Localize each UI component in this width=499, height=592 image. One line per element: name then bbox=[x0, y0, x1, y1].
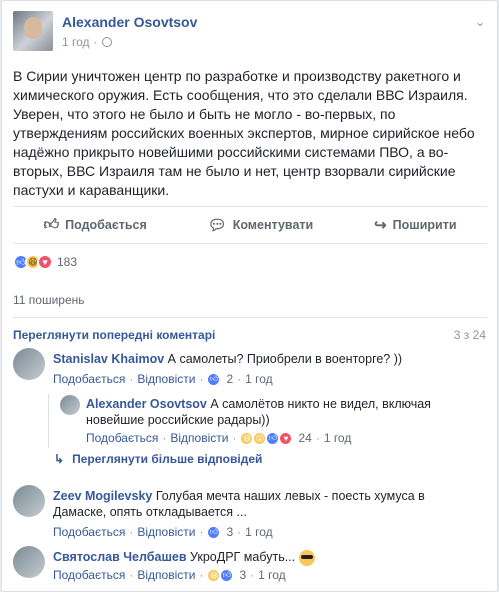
reactions-count: 183 bbox=[57, 255, 78, 269]
wow-reaction-icon: 😮︎ bbox=[253, 431, 267, 445]
more-replies-label: Переглянути більше відповідей bbox=[72, 452, 263, 466]
comment-time[interactable]: 1 год bbox=[245, 372, 273, 386]
comment-meta: Подобається · Відповісти · 👍︎ 2 · 1 год bbox=[53, 372, 273, 386]
dot-separator: · bbox=[129, 372, 134, 386]
chevron-down-icon[interactable]: ⌄ bbox=[475, 15, 485, 29]
dot-separator: · bbox=[250, 568, 255, 582]
comment-reaction-count[interactable]: 3 bbox=[226, 525, 233, 539]
post-meta: 1 год · bbox=[62, 35, 112, 49]
comment-reply-button[interactable]: Відповісти bbox=[170, 431, 228, 445]
comments-page-count: 3 з 24 bbox=[453, 328, 486, 342]
globe-icon bbox=[101, 37, 112, 47]
reply-arrow-icon: ↳ bbox=[54, 452, 65, 466]
comment-meta: Подобається · Відповісти · 😆︎ 😮︎ 👍︎ ♥ 24… bbox=[86, 431, 351, 445]
dot-separator: · bbox=[315, 431, 320, 445]
thread-line bbox=[48, 394, 49, 448]
share-label: Поширити bbox=[392, 218, 457, 232]
dot-separator: · bbox=[199, 525, 204, 539]
post-text: В Сирии уничтожен центр по разработке и … bbox=[13, 68, 475, 198]
comment-text: УкроДРГ мабуть... bbox=[190, 550, 296, 564]
dot-separator: · bbox=[93, 35, 98, 49]
comment-meta: Подобається · Відповісти · 😆︎ 👍︎ 3 · 1 г… bbox=[53, 568, 286, 582]
comment-button[interactable]: 💬︎ Коментувати bbox=[208, 216, 314, 234]
comment-icon: 💬︎ bbox=[207, 217, 227, 234]
comment-author[interactable]: Alexander Osovtsov bbox=[86, 397, 207, 411]
love-reaction-icon: ♥ bbox=[37, 254, 53, 270]
love-reaction-icon: ♥ bbox=[279, 431, 293, 445]
reply-item: Alexander Osovtsov А самолётов никто не … bbox=[48, 394, 484, 448]
dot-separator: · bbox=[129, 568, 134, 582]
view-more-replies[interactable]: ↳ Переглянути більше відповідей bbox=[54, 452, 262, 466]
dot-separator: · bbox=[199, 372, 204, 386]
comment-time[interactable]: 1 год bbox=[324, 431, 352, 445]
comment-reaction-count[interactable]: 2 bbox=[226, 372, 233, 386]
comment-item: Святослав Челбашев УкроДРГ мабуть... Под… bbox=[13, 546, 483, 588]
dot-separator: · bbox=[162, 431, 167, 445]
author-avatar[interactable] bbox=[13, 11, 53, 51]
comment-author[interactable]: Zeev Mogilevsky bbox=[53, 489, 152, 503]
share-icon: ↪ bbox=[374, 217, 387, 234]
comment-time[interactable]: 1 год bbox=[258, 568, 286, 582]
comment-reply-button[interactable]: Відповісти bbox=[137, 525, 195, 539]
like-reaction-icon: 👍︎ bbox=[207, 372, 221, 386]
dot-separator: · bbox=[237, 525, 242, 539]
post-card: Alexander Osovtsov 1 год · ⌄ В Сирии уни… bbox=[1, 0, 498, 592]
dot-separator: · bbox=[129, 525, 134, 539]
reactions-summary[interactable]: 👍︎ 😆︎ ♥ 183 bbox=[13, 254, 77, 270]
divider bbox=[13, 317, 487, 318]
like-reaction-icon: 👍︎ bbox=[220, 568, 234, 582]
comment-meta: Подобається · Відповісти · 👍︎ 3 · 1 год bbox=[53, 525, 273, 539]
like-button[interactable]: 👍︎ Подобається bbox=[43, 216, 146, 234]
view-previous-comments[interactable]: Переглянути попередні коментарі bbox=[13, 328, 215, 342]
comment-text: А самолеты? Приобрели в военторге? )) bbox=[167, 352, 403, 366]
dot-separator: · bbox=[199, 568, 204, 582]
like-reaction-icon: 👍︎ bbox=[207, 525, 221, 539]
action-bar: 👍︎ Подобається 💬︎ Коментувати ↪ Поширити bbox=[13, 206, 487, 244]
comment-like-button[interactable]: Подобається bbox=[86, 431, 158, 445]
haha-reaction-icon: 😆︎ bbox=[207, 568, 221, 582]
thumbs-up-icon: 👍︎ bbox=[43, 216, 60, 233]
comment-item: Zeev Mogilevsky Голубая мечта наших левы… bbox=[13, 485, 483, 541]
comment-reaction-count[interactable]: 24 bbox=[298, 431, 311, 445]
comment-reaction-count[interactable]: 3 bbox=[239, 568, 246, 582]
comment-time[interactable]: 1 год bbox=[245, 525, 273, 539]
comment-like-button[interactable]: Подобається bbox=[53, 568, 125, 582]
comment-item: Stanislav Khaimov А самолеты? Приобрели … bbox=[13, 348, 483, 394]
comment-body: Alexander Osovtsov А самолётов никто не … bbox=[86, 396, 474, 428]
comment-body: Zeev Mogilevsky Голубая мечта наших левы… bbox=[53, 488, 473, 520]
comment-reply-button[interactable]: Відповісти bbox=[137, 568, 195, 582]
comment-label: Коментувати bbox=[232, 218, 314, 232]
comment-reply-button[interactable]: Відповісти bbox=[137, 372, 195, 386]
post-time[interactable]: 1 год bbox=[62, 35, 90, 49]
dot-separator: · bbox=[232, 431, 237, 445]
comment-body: Stanislav Khaimov А самолеты? Приобрели … bbox=[53, 351, 483, 367]
shares-count[interactable]: 11 поширень bbox=[13, 293, 85, 307]
haha-reaction-icon: 😆︎ bbox=[240, 431, 254, 445]
like-reaction-icon: 👍︎ bbox=[266, 431, 280, 445]
comment-like-button[interactable]: Подобається bbox=[53, 525, 125, 539]
comment-author[interactable]: Stanislav Khaimov bbox=[53, 352, 164, 366]
comment-body: Святослав Челбашев УкроДРГ мабуть... bbox=[53, 549, 483, 566]
avatar[interactable] bbox=[13, 485, 45, 517]
avatar[interactable] bbox=[13, 348, 45, 380]
sunglasses-emoji-icon bbox=[298, 549, 315, 566]
comment-author[interactable]: Святослав Челбашев bbox=[53, 550, 187, 564]
avatar[interactable] bbox=[13, 546, 45, 578]
author-name[interactable]: Alexander Osovtsov bbox=[62, 14, 197, 30]
dot-separator: · bbox=[237, 372, 242, 386]
share-button[interactable]: ↪ Поширити bbox=[374, 216, 456, 234]
avatar[interactable] bbox=[60, 395, 80, 415]
like-label: Подобається bbox=[65, 218, 147, 232]
comment-like-button[interactable]: Подобається bbox=[53, 372, 125, 386]
